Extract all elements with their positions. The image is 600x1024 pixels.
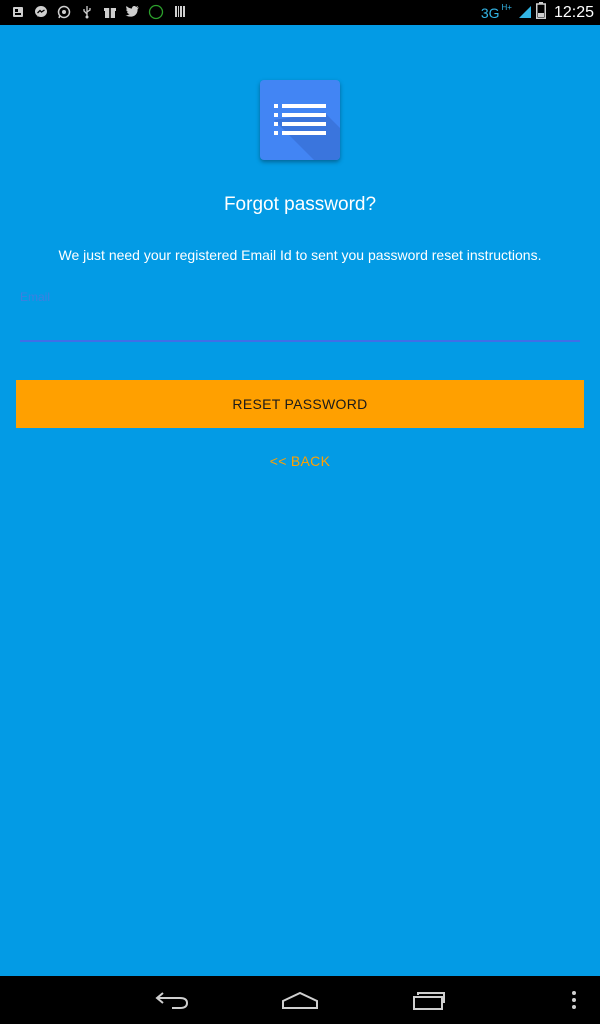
barcode-icon [172,4,187,19]
battery-icon [535,2,546,24]
email-field[interactable] [20,306,580,342]
usb-icon [79,4,94,19]
messenger-icon [33,4,48,19]
recent-apps-icon[interactable] [408,986,448,1014]
network-type: 3G [480,5,500,21]
signal-icon [518,3,532,24]
status-bar-system: 3G H+ 12:25 [481,2,594,24]
app-logo [260,80,340,160]
whatsapp-icon [56,4,71,19]
battery-saver-icon [148,4,164,19]
instructions-text: We just need your registered Email Id to… [58,247,542,263]
back-icon[interactable] [152,986,192,1014]
back-link[interactable]: << BACK [0,453,600,469]
gift-icon [102,4,117,19]
list-icon [274,104,340,160]
home-icon[interactable] [280,986,320,1014]
network-sup: H+ [501,2,512,12]
menu-icon[interactable] [554,986,594,1014]
status-bar-notifications [10,4,187,19]
page-title: Forgot password? [223,194,377,215]
email-label: Email [20,290,51,304]
reset-password-button[interactable]: RESET PASSWORD [16,380,584,428]
clock: 12:25 [553,4,594,21]
forgot-password-screen: 3G H+ 12:25 Forgot password? We just nee… [0,0,600,1024]
notification-icon [10,4,25,19]
twitter-icon [125,4,140,19]
navigation-bar [0,976,600,1024]
status-bar: 3G H+ 12:25 [0,0,600,25]
